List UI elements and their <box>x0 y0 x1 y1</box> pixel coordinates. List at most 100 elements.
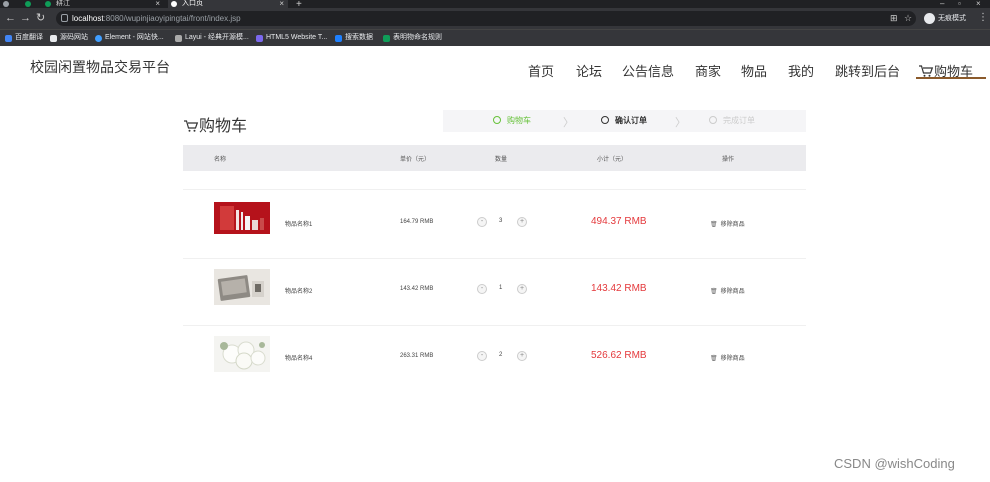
product-image[interactable] <box>214 269 270 305</box>
cart-title: 购物车 <box>183 112 247 136</box>
incognito-profile[interactable]: 无痕模式 <box>924 12 966 25</box>
browser-tab-active[interactable]: 入口页 × <box>168 0 288 8</box>
increase-qty-button[interactable]: + <box>517 217 527 227</box>
subtotal-value: 494.37 RMB <box>591 216 647 227</box>
nav-announcements[interactable]: 公告信息 <box>622 61 674 80</box>
tab-label: 入口页 <box>182 0 203 7</box>
step-arrow-icon: 〉 <box>675 117 686 129</box>
bookmark-icon <box>5 35 12 42</box>
trash-icon: 🗑 <box>710 289 718 295</box>
quantity-value[interactable]: 2 <box>499 352 502 358</box>
increase-qty-button[interactable]: + <box>517 284 527 294</box>
csdn-watermark: CSDN @wishCoding <box>834 456 955 471</box>
nav-admin[interactable]: 跳转到后台 <box>835 61 900 80</box>
unit-price: 143.42 RMB <box>400 286 434 292</box>
reload-icon[interactable]: ↻ <box>36 12 45 25</box>
bookmark-item[interactable]: Element - 网站快... <box>95 33 164 43</box>
incognito-icon <box>924 12 935 24</box>
browser-tab-bar: 耕江 × 入口页 × + – ▫ × <box>0 0 990 10</box>
browser-tab[interactable] <box>0 0 22 8</box>
trash-icon: 🗑 <box>710 222 718 228</box>
tab-label: 耕江 <box>56 0 70 7</box>
quantity-value[interactable]: 3 <box>499 218 502 224</box>
bookmark-item[interactable]: Layui - 经典开源模... <box>175 33 249 43</box>
bookmark-icon <box>175 35 182 42</box>
bookmark-icon <box>95 35 102 42</box>
product-name[interactable]: 物品名称1 <box>285 219 312 228</box>
tab-close-icon[interactable]: × <box>155 0 160 8</box>
tab-close-icon[interactable]: × <box>279 0 284 8</box>
step-arrow-icon: 〉 <box>563 117 574 129</box>
bookmark-icon <box>383 35 390 42</box>
product-name[interactable]: 物品名称2 <box>285 286 312 295</box>
nav-forum[interactable]: 论坛 <box>576 61 602 80</box>
tab-favicon-icon <box>45 1 51 7</box>
browser-tab[interactable] <box>22 0 42 8</box>
tab-favicon-icon <box>3 1 9 7</box>
back-icon[interactable]: ← <box>5 12 16 25</box>
cart-table-header: 名称 单价（元） 数量 小计（元） 操作 <box>183 145 806 171</box>
bookmark-icon <box>50 35 57 42</box>
header-subtotal: 小计（元） <box>597 157 628 163</box>
step-confirm-order: 确认订单 <box>601 116 647 126</box>
increase-qty-button[interactable]: + <box>517 351 527 361</box>
unit-price: 263.31 RMB <box>400 353 434 359</box>
step-cart: 购物车 <box>493 116 531 126</box>
decrease-qty-button[interactable]: - <box>477 217 487 227</box>
tab-favicon-icon <box>171 1 177 7</box>
nav-items[interactable]: 物品 <box>741 61 767 80</box>
remove-item-button[interactable]: 🗑 移除商品 <box>710 219 745 228</box>
trash-icon: 🗑 <box>710 356 718 362</box>
browser-toolbar: ← → ↻ localhost:8080/wupinjiaoyipingtai/… <box>0 8 990 29</box>
address-bar[interactable]: localhost:8080/wupinjiaoyipingtai/front/… <box>56 11 916 26</box>
decrease-qty-button[interactable]: - <box>477 351 487 361</box>
browser-tab[interactable]: 耕江 × <box>42 0 164 8</box>
quantity-value[interactable]: 1 <box>499 285 502 291</box>
bookmark-item[interactable]: 搜索数据 <box>335 33 373 43</box>
nav-mine[interactable]: 我的 <box>788 61 814 80</box>
cart-row: 物品名称4 263.31 RMB - 2 + 526.62 RMB 🗑 移除商品 <box>183 327 806 389</box>
site-info-icon[interactable] <box>61 14 68 22</box>
url-text[interactable]: localhost:8080/wupinjiaoyipingtai/front/… <box>72 13 241 24</box>
subtotal-value: 143.42 RMB <box>591 283 647 294</box>
unit-price: 164.79 RMB <box>400 219 434 225</box>
circle-icon <box>601 116 609 124</box>
decrease-qty-button[interactable]: - <box>477 284 487 294</box>
header-name: 名称 <box>214 157 227 163</box>
step-complete-order: 完成订单 <box>709 116 755 126</box>
row-divider <box>183 189 806 190</box>
remove-item-button[interactable]: 🗑 移除商品 <box>710 286 745 295</box>
product-image[interactable] <box>214 336 270 372</box>
check-circle-icon <box>493 116 501 124</box>
bookmark-item[interactable]: 百度翻译 <box>5 33 43 43</box>
cart-icon <box>184 120 199 132</box>
translate-icon[interactable]: ⊞ <box>890 13 898 24</box>
product-name[interactable]: 物品名称4 <box>285 353 312 362</box>
header-quantity: 数量 <box>495 157 508 163</box>
forward-icon[interactable]: → <box>20 12 31 25</box>
cart-row: 物品名称1 164.79 RMB - 3 + 494.37 RMB 🗑 移除商品 <box>183 192 806 254</box>
minimize-icon[interactable]: – <box>940 0 944 8</box>
row-divider <box>183 325 806 326</box>
maximize-icon[interactable]: ▫ <box>958 0 961 8</box>
subtotal-value: 526.62 RMB <box>591 350 647 361</box>
remove-item-button[interactable]: 🗑 移除商品 <box>710 353 745 362</box>
circle-icon <box>709 116 717 124</box>
bookmark-icon <box>256 35 263 42</box>
bookmark-item[interactable]: 表明物命名规则 <box>383 33 442 43</box>
bookmark-item[interactable]: 源码网站 <box>50 33 88 43</box>
product-image[interactable] <box>214 202 270 234</box>
site-title[interactable]: 校园闲置物品交易平台 <box>30 57 170 77</box>
bookmarks-bar: 百度翻译 源码网站 Element - 网站快... Layui - 经典开源模… <box>0 29 990 46</box>
cart-icon <box>919 65 934 77</box>
nav-active-underline <box>916 77 986 79</box>
bookmark-item[interactable]: HTML5 Website T... <box>256 33 327 43</box>
nav-home[interactable]: 首页 <box>528 61 554 80</box>
bookmark-star-icon[interactable]: ☆ <box>904 13 912 24</box>
header-unit-price: 单价（元） <box>400 157 431 163</box>
browser-menu-icon[interactable]: ⋮ <box>978 12 988 23</box>
window-close-icon[interactable]: × <box>976 0 981 8</box>
nav-merchants[interactable]: 商家 <box>695 61 721 80</box>
tab-favicon-icon <box>25 1 31 7</box>
cart-row: 物品名称2 143.42 RMB - 1 + 143.42 RMB 🗑 移除商品 <box>183 259 806 321</box>
